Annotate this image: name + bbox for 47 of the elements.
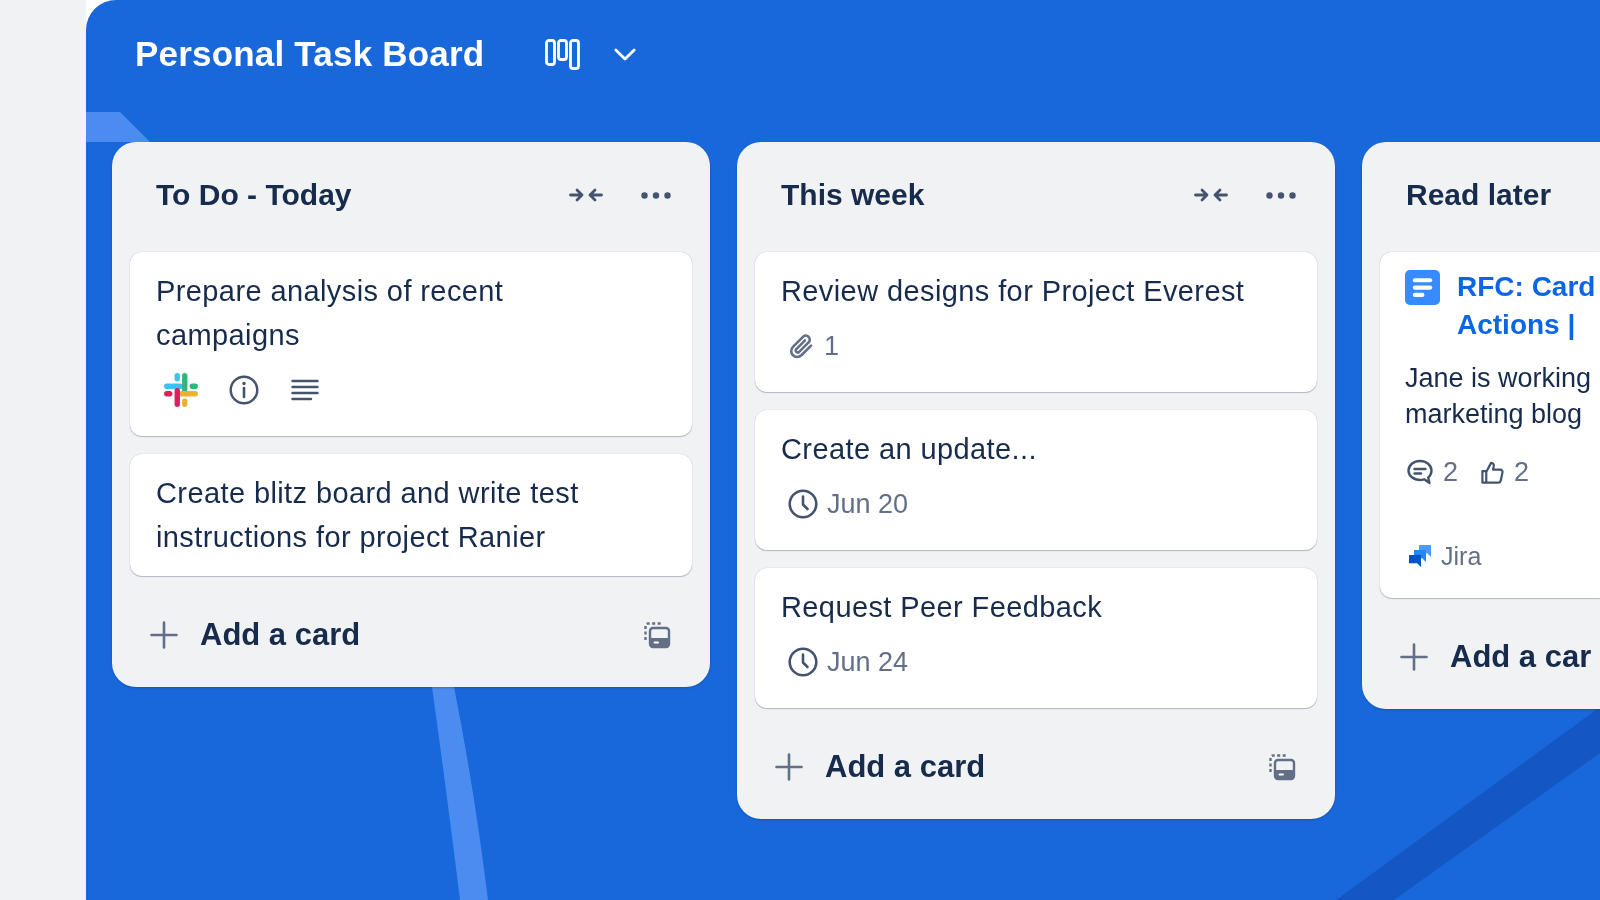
due-date: Jun 24 bbox=[827, 646, 909, 679]
due-date: Jun 20 bbox=[827, 488, 909, 521]
card-title: Request Peer Feedback bbox=[781, 590, 1104, 625]
template-icon bbox=[643, 621, 671, 649]
task-card[interactable]: Request Peer Feedback Jun 24 bbox=[755, 568, 1317, 708]
comment-icon bbox=[1406, 458, 1434, 486]
template-icon bbox=[1268, 753, 1296, 781]
list-title: To Do - Today bbox=[156, 178, 353, 212]
more-icon bbox=[1266, 191, 1296, 199]
more-icon bbox=[641, 191, 671, 199]
card-title: Create an update... bbox=[781, 432, 1038, 467]
arrows-inward-icon bbox=[1194, 187, 1228, 203]
task-card[interactable]: Prepare analysis of recent campaigns bbox=[130, 252, 692, 436]
clock-icon bbox=[788, 489, 818, 519]
list-title: This week bbox=[781, 178, 926, 212]
info-icon bbox=[229, 375, 259, 405]
card-title: Create blitz board and write test instructions for project Ranier bbox=[156, 476, 580, 555]
document-icon bbox=[1405, 270, 1440, 305]
task-card[interactable]: Create blitz board and write test instructions for project Ranier bbox=[130, 454, 692, 576]
columns-icon bbox=[545, 38, 582, 70]
task-card[interactable]: Review designs for Project Everest 1 bbox=[755, 252, 1317, 392]
source-name: Jira bbox=[1441, 541, 1482, 571]
thumbs-up-icon bbox=[1480, 459, 1506, 485]
add-card-button[interactable]: Add a car bbox=[1380, 629, 1600, 685]
chevron-down-icon bbox=[614, 47, 637, 61]
list-title: Read later bbox=[1406, 178, 1553, 212]
card-link-title[interactable]: RFC: Card Actions | bbox=[1457, 268, 1600, 344]
arrows-inward-icon bbox=[569, 187, 603, 203]
attachment-count: 1 bbox=[824, 330, 840, 363]
card-title: Review designs for Project Everest bbox=[781, 274, 1246, 309]
text-lines-icon bbox=[291, 379, 319, 401]
paperclip-icon bbox=[788, 332, 815, 360]
task-card[interactable]: Create an update... Jun 20 bbox=[755, 410, 1317, 550]
clock-icon bbox=[788, 647, 818, 677]
jira-logo-icon bbox=[1408, 544, 1432, 568]
card-title: Prepare analysis of recent campaigns bbox=[156, 274, 505, 353]
plus-icon bbox=[775, 753, 803, 781]
hashtag-logo-icon bbox=[163, 372, 199, 408]
like-count: 2 bbox=[1514, 456, 1530, 489]
add-card-button[interactable]: Add a card bbox=[755, 739, 1002, 795]
add-card-button[interactable]: Add a card bbox=[130, 607, 377, 663]
board-title: Personal Task Board bbox=[135, 34, 485, 74]
link-card[interactable]: RFC: Card Actions | Jane is working marketing blog 2 2 Jira bbox=[1380, 252, 1600, 598]
plus-icon bbox=[150, 621, 178, 649]
comment-count: 2 bbox=[1443, 456, 1459, 489]
card-description: Jane is working marketing blog bbox=[1405, 362, 1593, 431]
plus-icon bbox=[1400, 643, 1428, 671]
